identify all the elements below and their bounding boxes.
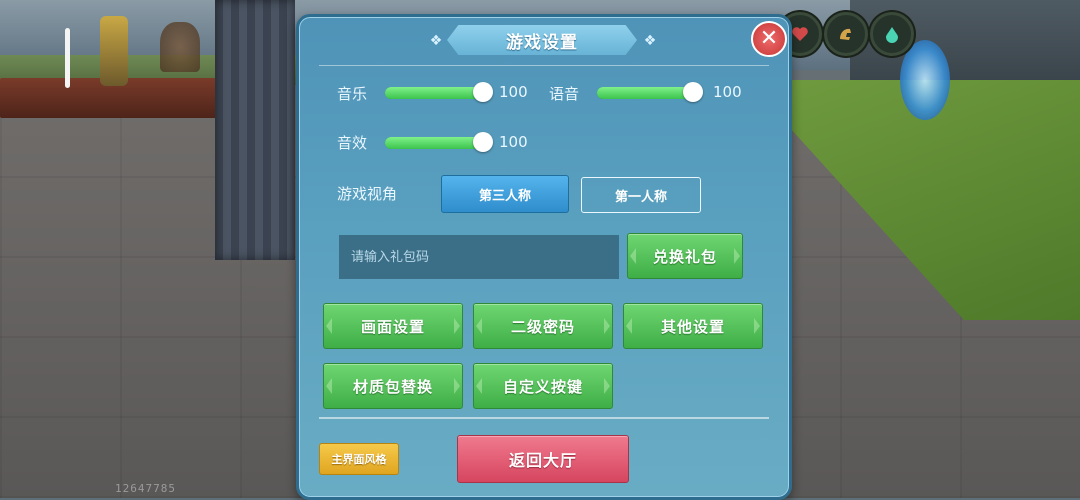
game-scene-lamp	[65, 28, 70, 88]
game-scene-tree	[160, 22, 200, 72]
game-scene-totem	[100, 16, 128, 86]
redeem-gift-button[interactable]: 兑换礼包	[627, 233, 743, 279]
secondary-password-button[interactable]: 二级密码	[473, 303, 613, 349]
game-scene-portal	[900, 40, 950, 120]
voice-slider-fill	[597, 87, 693, 99]
game-scene-pillar	[215, 0, 295, 260]
close-icon: ✕	[759, 26, 779, 51]
voice-label: 语音	[549, 85, 580, 103]
title-ribbon: 游戏设置	[447, 25, 637, 55]
music-slider-handle[interactable]	[473, 82, 493, 102]
sfx-slider-handle[interactable]	[473, 132, 493, 152]
music-slider[interactable]	[385, 82, 493, 102]
footer-divider	[319, 417, 769, 419]
player-id: 12647785	[115, 482, 176, 495]
voice-slider-handle[interactable]	[683, 82, 703, 102]
sfx-slider[interactable]	[385, 132, 493, 152]
title-divider	[319, 65, 769, 66]
third-person-option[interactable]: 第三人称	[441, 175, 569, 213]
back-to-lobby-button[interactable]: 返回大厅	[457, 435, 629, 483]
custom-keys-button[interactable]: 自定义按键	[473, 363, 613, 409]
voice-value: 100	[713, 83, 742, 101]
gift-code-input[interactable]	[339, 235, 619, 279]
graphics-settings-button[interactable]: 画面设置	[323, 303, 463, 349]
ornament-icon: ❖	[429, 33, 443, 49]
sfx-slider-fill	[385, 137, 483, 149]
other-settings-button[interactable]: 其他设置	[623, 303, 763, 349]
music-label: 音乐	[337, 85, 368, 103]
sfx-value: 100	[499, 133, 528, 151]
close-button[interactable]: ✕	[751, 21, 787, 57]
sfx-label: 音效	[337, 134, 368, 152]
first-person-option[interactable]: 第一人称	[581, 177, 701, 213]
ui-style-button[interactable]: 主界面风格	[319, 443, 399, 475]
texture-pack-button[interactable]: 材质包替换	[323, 363, 463, 409]
music-value: 100	[499, 83, 528, 101]
dialog-title: 游戏设置	[506, 32, 578, 53]
view-label: 游戏视角	[337, 185, 398, 203]
drop-icon	[870, 12, 914, 56]
arm-icon	[824, 12, 868, 56]
voice-slider[interactable]	[597, 82, 703, 102]
music-slider-fill	[385, 87, 483, 99]
game-settings-dialog: ❖ 游戏设置 ❖ ✕ 音乐 100 语音 100 音效 100 游戏视角 第三人…	[296, 14, 792, 500]
ornament-icon: ❖	[643, 33, 657, 49]
